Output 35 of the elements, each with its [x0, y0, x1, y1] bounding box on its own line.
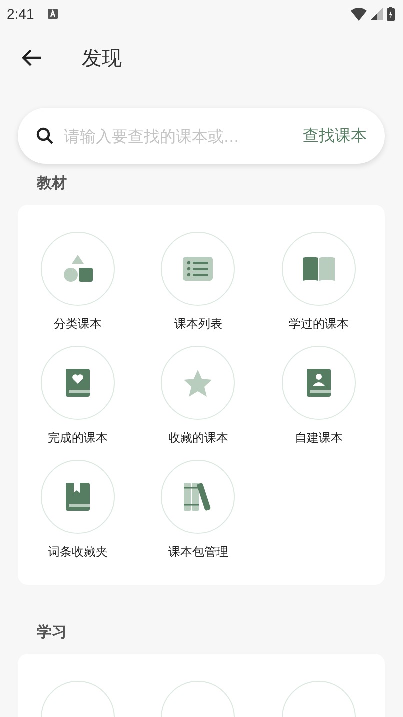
section-title: 学习: [37, 623, 68, 643]
feature-button[interactable]: [41, 346, 116, 420]
feature-label: 课本包管理: [168, 544, 228, 561]
list-icon: [183, 257, 214, 281]
feature-label: 词条收藏夹: [48, 544, 108, 561]
search-field[interactable]: 请输入要查找的课本或...: [62, 126, 295, 146]
feature-label: 收藏的课本: [168, 430, 228, 447]
search-button[interactable]: 查找课本: [303, 122, 367, 150]
person-book-icon: [306, 369, 331, 397]
section-title: 教材: [37, 174, 68, 194]
feature-label: 学过的课本: [288, 316, 349, 333]
feature-button[interactable]: [161, 232, 236, 306]
feature-label: 分类课本: [54, 316, 102, 333]
feature-button[interactable]: [41, 232, 116, 306]
feature-button[interactable]: [282, 232, 356, 306]
open-book-icon: [302, 257, 335, 281]
wifi-icon: [351, 8, 367, 20]
battery-icon: [387, 7, 395, 21]
feature-button[interactable]: [41, 460, 116, 534]
bookmark-book-icon: [66, 483, 90, 511]
page-title: 发现: [82, 44, 122, 72]
signal-icon: [371, 8, 383, 20]
feature-label: 课本列表: [174, 316, 222, 333]
feature-button[interactable]: [161, 460, 236, 534]
feature-label: 完成的课本: [48, 430, 108, 447]
heart-book-icon: [66, 369, 90, 397]
star-icon: [184, 370, 212, 396]
shapes-icon: [63, 255, 94, 283]
back-icon[interactable]: [22, 49, 42, 67]
feature-label: 自建课本: [294, 430, 343, 447]
feature-button[interactable]: [282, 346, 356, 420]
status-time: 2:41: [7, 6, 34, 22]
notification-icon: [48, 9, 58, 19]
search-icon: [36, 127, 54, 145]
books-icon: [184, 483, 212, 511]
